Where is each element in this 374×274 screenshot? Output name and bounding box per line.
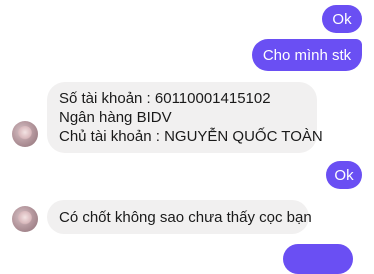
sent-message-bubble[interactable]: Cho mình stk xyxy=(252,39,362,71)
account-number-line: Số tài khoản : 60110001415102 xyxy=(59,90,271,107)
sent-message-bubble-partial[interactable] xyxy=(283,244,353,274)
message-text: Có chốt không sao chưa thấy cọc bạn xyxy=(59,209,312,226)
message-text: Cho mình stk xyxy=(262,47,352,64)
chat-thread: Ok Cho mình stk Số tài khoản : 601100014… xyxy=(0,0,374,274)
account-holder-line: Chủ tài khoản : NGUYỄN QUỐC TOÀN xyxy=(59,128,323,145)
received-message-bubble[interactable]: Số tài khoản : 60110001415102 Ngân hàng … xyxy=(47,82,323,153)
contact-avatar[interactable] xyxy=(12,206,38,232)
bank-name-line: Ngân hàng BIDV xyxy=(59,109,172,126)
contact-avatar[interactable] xyxy=(12,121,38,147)
received-message-bubble[interactable]: Có chốt không sao chưa thấy cọc bạn xyxy=(47,200,312,234)
sent-message-bubble[interactable]: Ok xyxy=(326,161,362,189)
message-text: Ok xyxy=(332,11,352,28)
message-text: Ok xyxy=(334,167,354,184)
sent-message-bubble[interactable]: Ok xyxy=(322,5,362,33)
